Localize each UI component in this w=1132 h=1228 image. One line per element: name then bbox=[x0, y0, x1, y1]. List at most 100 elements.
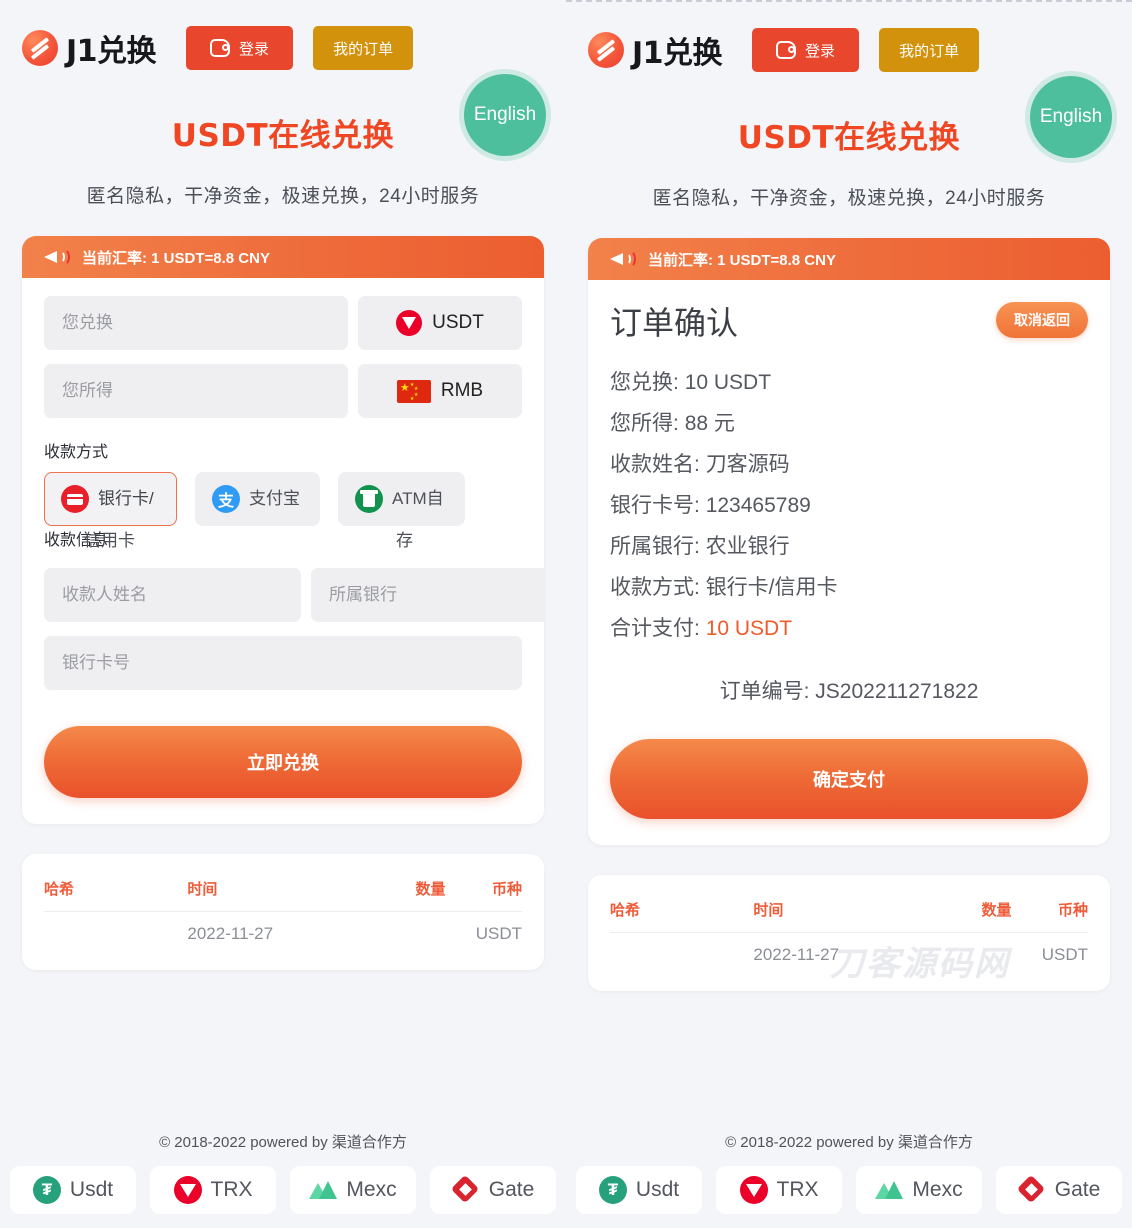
language-toggle-english[interactable]: English bbox=[464, 74, 546, 156]
trx-icon bbox=[739, 1176, 768, 1204]
page-root: J1兑换 登录 我的订单 USDT在线兑换 匿名隐私，干净资金，极速兑换，24小… bbox=[0, 0, 1132, 1228]
megaphone-icon bbox=[610, 250, 636, 268]
td-amount bbox=[340, 912, 445, 949]
login-button-label: 登录 bbox=[239, 40, 270, 58]
exchange-rate-banner: 当前汇率: 1 USDT=8.8 CNY bbox=[22, 236, 544, 278]
order-confirm-body: 订单确认 取消返回 您兑换: 10 USDT 您所得: 88 元 收款姓名: 刀… bbox=[588, 280, 1110, 845]
partner-usdt[interactable]: ₮ Usdt bbox=[10, 1166, 136, 1214]
my-orders-button[interactable]: 我的订单 bbox=[313, 26, 414, 70]
page-subtitle: 匿名隐私，干净资金，极速兑换，24小时服务 bbox=[86, 186, 480, 207]
receive-currency-select[interactable]: ★ ★ ★ ★ ★ RMB bbox=[358, 364, 522, 418]
gate-icon bbox=[450, 1174, 480, 1204]
logo-text: J1兑换 bbox=[632, 36, 723, 71]
th-time: 时间 bbox=[187, 881, 218, 898]
receive-row: ★★★★★ RMB bbox=[44, 364, 522, 418]
order-detail-row: 您兑换: 10 USDT bbox=[610, 362, 1088, 403]
order-detail-value: 88 元 bbox=[684, 412, 735, 435]
language-toggle-english[interactable]: English bbox=[1030, 76, 1112, 158]
payee-row-1 bbox=[44, 568, 544, 622]
td-time: 2022-11-27 bbox=[187, 924, 274, 943]
my-orders-button-label: 我的订单 bbox=[333, 40, 394, 58]
partner-mexc-label: Mexc bbox=[346, 1178, 397, 1201]
td-hash bbox=[610, 933, 753, 970]
order-detail-label: 您所得: bbox=[610, 412, 679, 435]
confirm-pay-button[interactable]: 确定支付 bbox=[610, 739, 1088, 819]
partner-usdt-label: Usdt bbox=[69, 1178, 114, 1201]
partner-trx-label: TRX bbox=[776, 1178, 819, 1201]
partner-list: ₮ Usdt TRX Mexc Gate bbox=[566, 1166, 1132, 1228]
td-currency: USDT bbox=[475, 924, 522, 943]
order-detail-row: 银行卡号: 123465789 bbox=[610, 485, 1088, 526]
partner-mexc[interactable]: Mexc bbox=[856, 1166, 982, 1214]
partner-trx[interactable]: TRX bbox=[150, 1166, 276, 1214]
logo-mark-icon bbox=[22, 30, 58, 66]
site-logo[interactable]: J1兑换 bbox=[22, 26, 157, 70]
hero-section: USDT在线兑换 匿名隐私，干净资金，极速兑换，24小时服务 English bbox=[0, 74, 566, 208]
partner-gate[interactable]: Gate bbox=[996, 1166, 1122, 1214]
payment-method-group: 银行卡/ 支 支付宝 ATM自 bbox=[44, 472, 522, 526]
receive-currency-label: RMB bbox=[440, 380, 484, 401]
payee-bank-input[interactable] bbox=[311, 568, 544, 622]
order-detail-row: 所属银行: 农业银行 bbox=[610, 526, 1088, 567]
partner-trx[interactable]: TRX bbox=[716, 1166, 842, 1214]
transaction-table-card-right: 哈希 时间 数量 币种 2022-11-27 USDT 刀客源码网 bbox=[588, 875, 1110, 991]
hero-section-right: USDT在线兑换 匿名隐私，干净资金，极速兑换，24小时服务 English bbox=[566, 76, 1132, 210]
payment-method-atm-label: ATM自 bbox=[392, 489, 444, 508]
order-number-value: JS202211271822 bbox=[815, 680, 979, 703]
order-detail-label: 收款姓名: bbox=[610, 453, 700, 476]
login-button[interactable]: 登录 bbox=[186, 26, 294, 70]
payment-method-alipay[interactable]: 支 支付宝 bbox=[195, 472, 320, 526]
site-footer-left: © 2018-2022 powered by 渠道合作方 ₮ Usdt TRX … bbox=[0, 1123, 566, 1228]
partner-usdt[interactable]: ₮ Usdt bbox=[576, 1166, 702, 1214]
atm-icon bbox=[355, 485, 383, 513]
order-detail-row: 收款方式: 银行卡/信用卡 bbox=[610, 567, 1088, 608]
site-header: J1兑换 登录 我的订单 bbox=[0, 0, 566, 78]
order-confirm-header: 订单确认 取消返回 bbox=[610, 298, 1088, 344]
transaction-table-card-left: 哈希 时间 数量 币种 2022-11-27 USDT bbox=[22, 854, 544, 970]
transaction-table: 哈希 时间 数量 币种 2022-11-27 USDT bbox=[44, 870, 522, 948]
wallet-icon bbox=[776, 41, 797, 59]
mexc-icon bbox=[875, 1176, 904, 1204]
order-detail-value: 123465789 bbox=[705, 494, 811, 517]
th-hash: 哈希 bbox=[44, 881, 75, 898]
order-detail-list: 您兑换: 10 USDT 您所得: 88 元 收款姓名: 刀客源码 银行卡号: … bbox=[610, 362, 1088, 649]
site-logo-right[interactable]: J1兑换 bbox=[588, 28, 723, 72]
partner-gate[interactable]: Gate bbox=[430, 1166, 556, 1214]
order-number-row: 订单编号: JS202211271822 bbox=[610, 675, 1088, 705]
receive-amount-input[interactable] bbox=[44, 364, 348, 418]
payment-method-atm[interactable]: ATM自 bbox=[338, 472, 465, 526]
partner-gate-label: Gate bbox=[488, 1178, 535, 1201]
payment-method-atm-overflow: 存 bbox=[396, 531, 413, 550]
logo-text: J1兑换 bbox=[66, 34, 157, 69]
payment-method-label: 收款方式 bbox=[44, 444, 109, 461]
payment-method-bankcard[interactable]: 银行卡/ bbox=[44, 472, 177, 526]
login-button-right[interactable]: 登录 bbox=[752, 28, 860, 72]
th-currency: 币种 bbox=[1057, 902, 1088, 919]
pay-currency-label: USDT bbox=[432, 312, 484, 333]
site-header-right: J1兑换 登录 我的订单 bbox=[566, 2, 1132, 80]
payment-method-overflow-row: 收款信息 信用卡 存 bbox=[44, 528, 522, 558]
payee-name-input[interactable] bbox=[44, 568, 301, 622]
payee-row-2 bbox=[44, 636, 522, 690]
pay-currency-select[interactable]: USDT bbox=[358, 296, 522, 350]
table-row: 2022-11-27 USDT bbox=[610, 933, 1088, 970]
exchange-now-button[interactable]: 立即兑换 bbox=[44, 726, 522, 798]
pay-amount-input[interactable] bbox=[44, 296, 348, 350]
pay-row: USDT bbox=[44, 296, 522, 350]
order-detail-row: 收款姓名: 刀客源码 bbox=[610, 444, 1088, 485]
trx-icon bbox=[173, 1176, 202, 1204]
china-flag-icon: ★ ★ ★ ★ ★ bbox=[396, 379, 431, 403]
order-detail-row: 您所得: 88 元 bbox=[610, 403, 1088, 444]
copyright-text: © 2018-2022 powered by 渠道合作方 bbox=[725, 1134, 973, 1151]
cancel-return-button[interactable]: 取消返回 bbox=[996, 302, 1088, 338]
payment-method-alipay-label: 支付宝 bbox=[249, 489, 300, 508]
order-confirm-card: 当前汇率: 1 USDT=8.8 CNY 订单确认 取消返回 您兑换: 10 U… bbox=[588, 238, 1110, 845]
exchange-form: USDT ★★★★★ RMB 收款方式 银 bbox=[22, 278, 544, 824]
th-currency: 币种 bbox=[491, 881, 522, 898]
partner-mexc[interactable]: Mexc bbox=[290, 1166, 416, 1214]
payee-card-number-input[interactable] bbox=[44, 636, 522, 690]
order-detail-label: 合计支付: bbox=[610, 617, 700, 640]
exchange-rate-text: 当前汇率: 1 USDT=8.8 CNY bbox=[648, 251, 836, 269]
table-row: 2022-11-27 USDT bbox=[44, 912, 522, 949]
my-orders-button-right[interactable]: 我的订单 bbox=[879, 28, 980, 72]
